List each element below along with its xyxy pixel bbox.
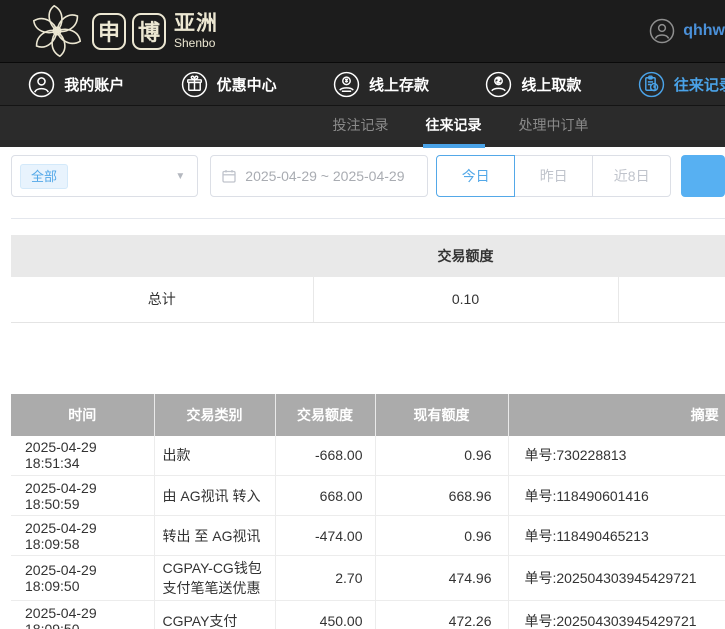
cell-balance: 474.96 [375,556,508,601]
tab-bet-records[interactable]: 投注记录 [333,106,389,148]
divider [11,218,725,219]
filter-row: 全部 ▼ 2025-04-29 ~ 2025-04-29 今日 昨日 近8日 [11,155,725,197]
nav-label: 线上取款 [521,74,581,95]
cell-balance: 0.96 [375,436,508,476]
cell-balance: 0.96 [375,516,508,556]
cell-balance: 668.96 [375,476,508,516]
table-row: 2025-04-29 18:50:59 由 AG视讯 转入 668.00 668… [11,476,725,516]
table-row: 2025-04-29 18:09:58 转出 至 AG视讯 -474.00 0.… [11,516,725,556]
cell-type: 由 AG视讯 转入 [154,476,275,516]
user-icon [28,71,55,98]
cell-amount: 668.00 [275,476,375,516]
col-type: 交易类别 [154,394,275,436]
nav-label: 线上存款 [369,74,429,95]
type-select[interactable]: 全部 ▼ [11,155,198,197]
cell-memo: 单号:202504303945429721 [508,601,725,629]
calendar-icon [221,168,237,184]
last8days-button[interactable]: 近8日 [592,155,671,197]
col-memo: 摘要 [508,394,725,436]
cell-type: 出款 [154,436,275,476]
summary-total-value: 0.10 [313,277,618,322]
nav-item-my-account[interactable]: 我的账户 [0,63,152,105]
cell-balance: 472.26 [375,601,508,629]
search-button[interactable] [681,155,725,197]
cell-memo: 单号:202504303945429721 [508,556,725,601]
deposit-icon [333,71,360,98]
yesterday-button[interactable]: 昨日 [514,155,593,197]
avatar-icon [649,18,675,44]
nav-label: 我的账户 [64,74,124,95]
cell-time: 2025-04-29 18:09:58 [11,516,154,556]
page: 申 博 亚洲 Shenbo qhhw [0,0,725,629]
date-range-value: 2025-04-29 ~ 2025-04-29 [245,168,404,184]
tab-pending-orders[interactable]: 处理中订单 [519,106,589,148]
topbar: 申 博 亚洲 Shenbo qhhw [0,0,725,62]
cell-memo: 单号:118490601416 [508,476,725,516]
summary-table: 交易额度 总计 0.10 [11,235,725,323]
chevron-down-icon: ▼ [175,171,185,182]
selected-type-tag: 全部 [20,164,68,189]
cell-amount: 2.70 [275,556,375,601]
sub-tabbar: 投注记录 往来记录 处理中订单 [0,105,725,147]
col-amount: 交易额度 [275,394,375,436]
nav-item-records[interactable]: 往来记录 [610,63,725,105]
logo-char-shen: 申 [92,13,126,50]
logo[interactable]: 申 博 亚洲 Shenbo [28,3,218,59]
cell-time: 2025-04-29 18:51:34 [11,436,154,476]
cell-amount: -474.00 [275,516,375,556]
cell-type: CGPAY-CG钱包支付笔笔送优惠 [154,556,275,601]
summary-header-empty [11,235,313,277]
cell-type: CGPAY支付 [154,601,275,629]
tabs: 投注记录 往来记录 处理中订单 [333,106,589,147]
nav-item-promotions[interactable]: 优惠中心 [152,63,304,105]
date-range-input[interactable]: 2025-04-29 ~ 2025-04-29 [210,155,428,197]
quick-range-group: 今日 昨日 近8日 [436,155,671,197]
cell-type: 转出 至 AG视讯 [154,516,275,556]
flower-logo-icon [28,3,86,59]
cell-time: 2025-04-29 18:50:59 [11,476,154,516]
logo-text: 亚洲 Shenbo [174,12,218,50]
table-header-row: 时间 交易类别 交易额度 现有额度 摘要 [11,394,725,436]
summary-empty-cell [618,277,725,322]
summary-header-row: 交易额度 [11,235,725,277]
nav-label: 往来记录 [674,74,725,95]
cell-memo: 单号:730228813 [508,436,725,476]
cell-amount: 450.00 [275,601,375,629]
col-balance: 现有额度 [375,394,508,436]
today-button[interactable]: 今日 [436,155,515,197]
username: qhhw [683,22,725,40]
logo-region: 亚洲 [174,12,218,35]
table-row: 2025-04-29 18:51:34 出款 -668.00 0.96 单号:7… [11,436,725,476]
logo-subtitle: Shenbo [174,37,218,50]
summary-total-row: 总计 0.10 [11,277,725,322]
records-icon [638,71,665,98]
nav-label: 优惠中心 [217,74,277,95]
withdraw-icon [485,71,512,98]
summary-total-label: 总计 [11,277,313,322]
summary-header-empty2 [618,235,725,277]
nav-item-withdraw[interactable]: 线上取款 [457,63,609,105]
user-menu[interactable]: qhhw [649,0,725,62]
logo-char-bo: 博 [132,13,166,50]
gift-icon [181,71,208,98]
cell-time: 2025-04-29 18:09:50 [11,556,154,601]
main-nav: 我的账户 优惠中心 [0,62,725,105]
summary-header-amount: 交易额度 [313,235,618,277]
cell-memo: 单号:118490465213 [508,516,725,556]
col-time: 时间 [11,394,154,436]
cell-time: 2025-04-29 18:09:50 [11,601,154,629]
table-row: 2025-04-29 18:09:50 CGPAY-CG钱包支付笔笔送优惠 2.… [11,556,725,601]
cell-amount: -668.00 [275,436,375,476]
table-row: 2025-04-29 18:09:50 CGPAY支付 450.00 472.2… [11,601,725,629]
tab-transaction-records[interactable]: 往来记录 [423,106,485,148]
transactions-table: 时间 交易类别 交易额度 现有额度 摘要 2025-04-29 18:51:34… [11,394,725,629]
nav-item-deposit[interactable]: 线上存款 [305,63,457,105]
